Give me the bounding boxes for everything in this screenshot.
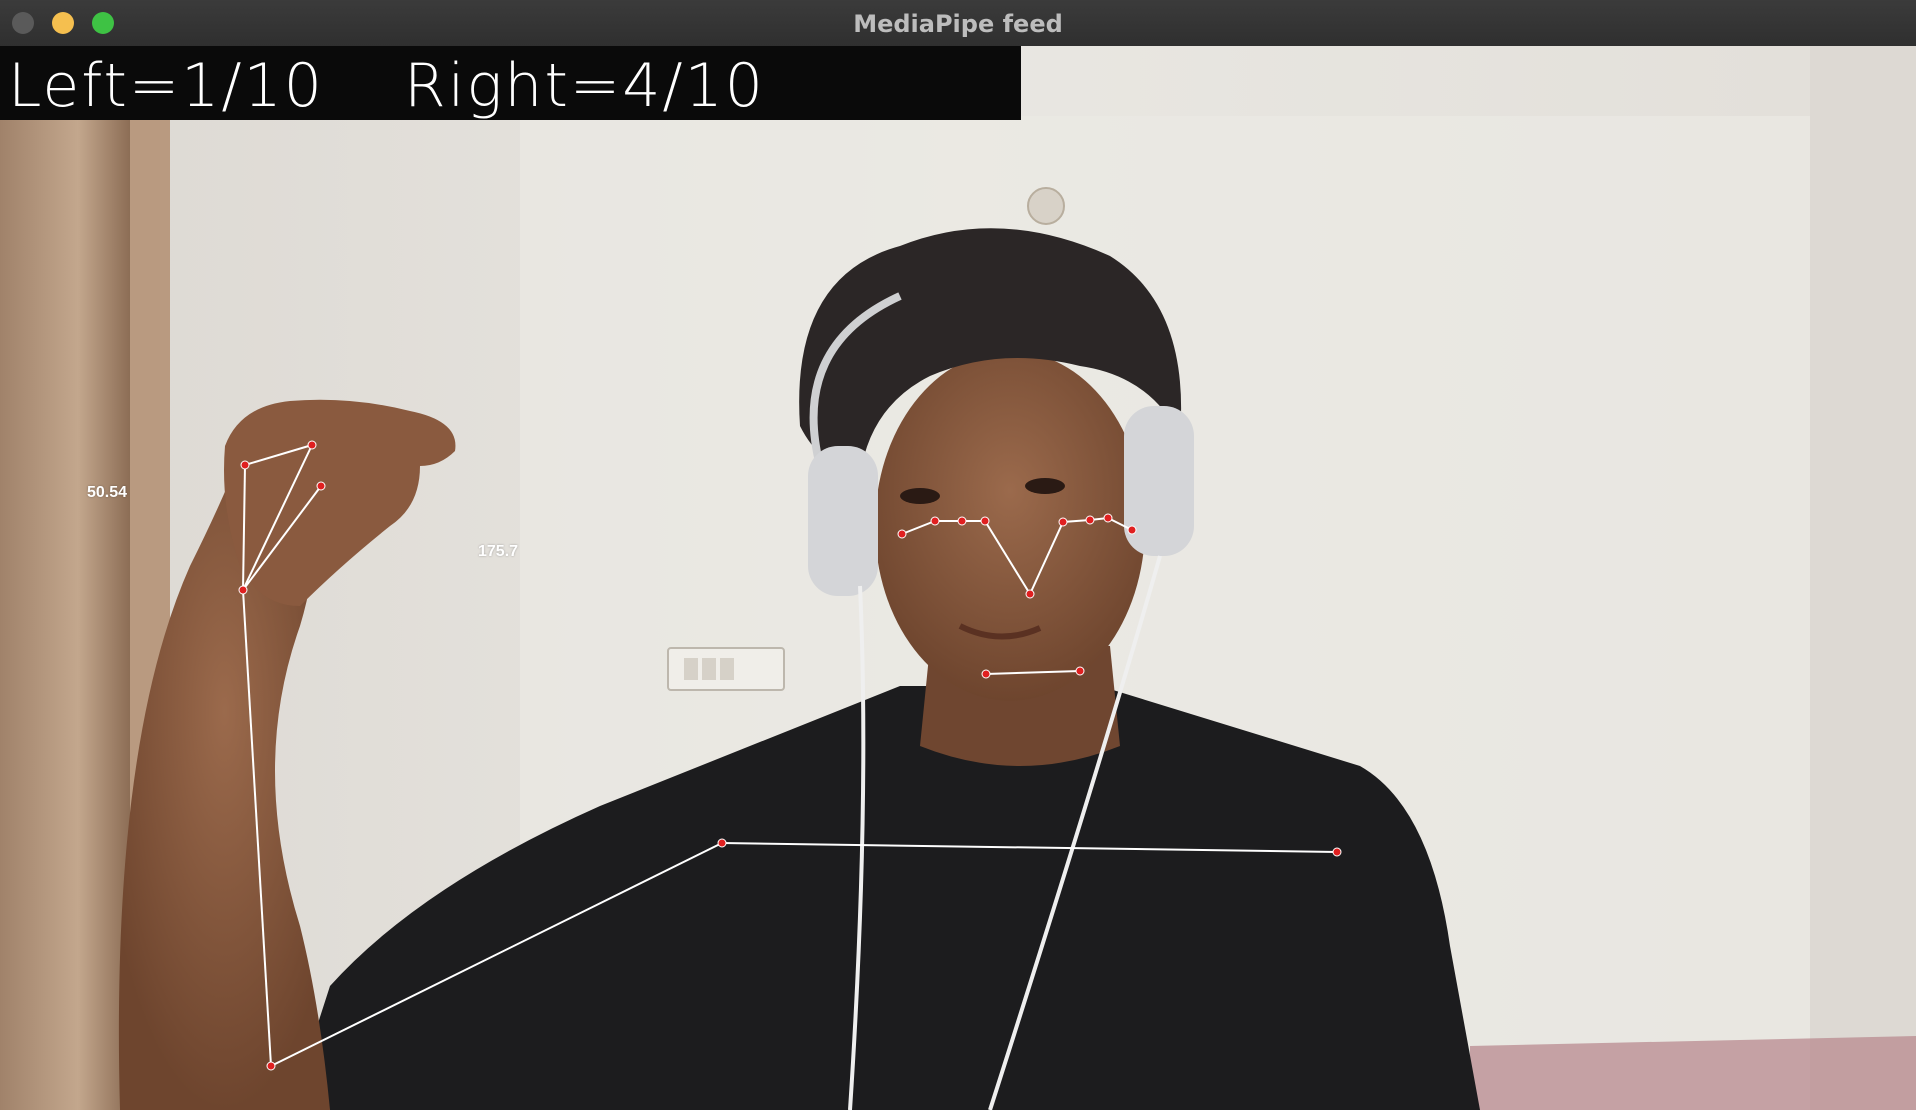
landmark-point: [930, 516, 940, 526]
landmark-point: [316, 481, 326, 491]
camera-feed: Left=1/10 Right=4/10 50.54 175.7: [0, 46, 1916, 1110]
switch: [702, 658, 716, 680]
left-elbow-angle: 50.54: [87, 484, 128, 501]
landmark-point: [897, 529, 907, 539]
landmark-point: [1332, 847, 1342, 857]
landmark-point: [238, 585, 248, 595]
landmark-point: [1085, 515, 1095, 525]
eye-left: [900, 488, 940, 504]
window-title: MediaPipe feed: [853, 10, 1063, 38]
shoulder-angle: 175.7: [478, 543, 519, 560]
door-frame: [0, 106, 130, 1110]
wall-fixture: [1027, 187, 1065, 225]
landmark-point: [1127, 525, 1137, 535]
landmark-point: [266, 1061, 276, 1071]
landmark-point: [1058, 517, 1068, 527]
landmark-point: [307, 440, 317, 450]
title-bar: MediaPipe feed: [0, 0, 1916, 47]
headphone-left: [808, 446, 878, 596]
landmark-point: [980, 516, 990, 526]
landmark-point: [1103, 513, 1113, 523]
wall-pillar: [1810, 46, 1916, 1110]
landmark-point: [1025, 589, 1035, 599]
landmark-point: [240, 460, 250, 470]
right-rep-counter: Right=4/10: [404, 51, 765, 121]
switch: [684, 658, 698, 680]
bed-cover: [1470, 1036, 1916, 1110]
face: [875, 351, 1145, 701]
landmark-point: [981, 669, 991, 679]
switch: [720, 658, 734, 680]
camera-frame: [0, 46, 1916, 1110]
landmark-point: [957, 516, 967, 526]
eye-right: [1025, 478, 1065, 494]
app-window: MediaPipe feed Left=1/10 Right=4/10 50.5…: [0, 0, 1916, 1110]
landmark-point: [717, 838, 727, 848]
landmark-point: [1075, 666, 1085, 676]
left-rep-counter: Left=1/10: [8, 51, 324, 121]
rep-counter-bar: Left=1/10 Right=4/10: [0, 46, 1021, 121]
